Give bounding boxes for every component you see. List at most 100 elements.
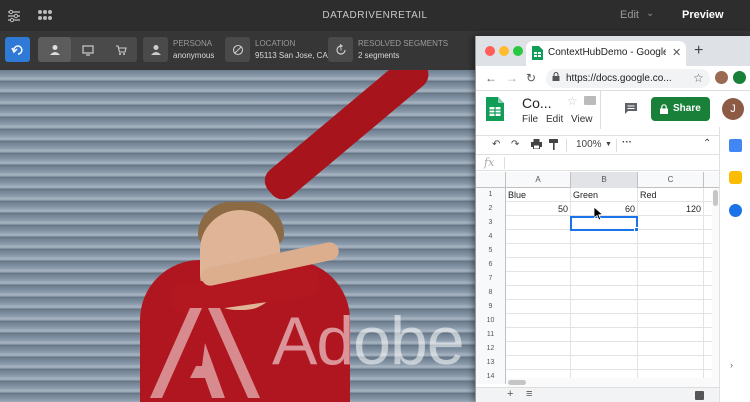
explore-icon[interactable]	[695, 391, 704, 400]
spreadsheet-grid[interactable]: A B C 1 Blue Green Red 2 50 60 120 3 4 5 6 7 8 9 10 11 12…	[476, 172, 719, 387]
table-cell[interactable]	[571, 286, 638, 300]
folder-icon[interactable]	[584, 96, 596, 105]
url-input[interactable]: https://docs.google.co... ☆	[546, 69, 710, 88]
user-icon[interactable]	[38, 37, 71, 62]
tab-contexthubdemo[interactable]: ContextHubDemo - Google Sheets ✕	[526, 41, 686, 66]
undo-icon[interactable]: ↶	[492, 139, 500, 150]
menu-file[interactable]: File	[522, 114, 538, 125]
row-header[interactable]: 10	[476, 314, 506, 328]
table-cell[interactable]: 120	[638, 202, 704, 216]
table-cell[interactable]	[638, 244, 704, 258]
table-cell[interactable]	[571, 258, 638, 272]
table-cell[interactable]	[638, 300, 704, 314]
horizontal-scroll-thumb[interactable]	[508, 380, 526, 385]
side-panel-toggle-icon[interactable]: ›	[730, 360, 733, 370]
table-cell[interactable]	[506, 314, 571, 328]
table-cell[interactable]	[571, 342, 638, 356]
avatar[interactable]: J	[722, 98, 744, 120]
zoom-select[interactable]: 100%	[576, 139, 602, 150]
select-all-corner[interactable]	[476, 172, 506, 188]
table-cell[interactable]	[506, 286, 571, 300]
maximize-window-icon[interactable]	[513, 46, 523, 56]
horizontal-scrollbar[interactable]	[506, 378, 712, 387]
table-cell[interactable]	[638, 258, 704, 272]
row-header[interactable]: 13	[476, 356, 506, 370]
table-cell[interactable]	[571, 356, 638, 370]
comment-icon[interactable]	[624, 102, 638, 115]
reload-icon[interactable]: ↻	[526, 71, 536, 85]
table-cell[interactable]	[638, 216, 704, 230]
table-cell[interactable]	[506, 258, 571, 272]
column-header-c[interactable]: C	[638, 172, 704, 188]
paint-format-icon[interactable]	[549, 139, 559, 153]
print-icon[interactable]	[531, 139, 542, 152]
table-cell[interactable]	[506, 342, 571, 356]
table-cell[interactable]	[506, 328, 571, 342]
table-cell[interactable]	[506, 230, 571, 244]
row-header[interactable]: 6	[476, 258, 506, 272]
table-cell[interactable]	[506, 216, 571, 230]
table-cell[interactable]	[571, 300, 638, 314]
table-cell[interactable]	[638, 314, 704, 328]
table-cell[interactable]	[638, 328, 704, 342]
new-tab-icon[interactable]: +	[694, 42, 703, 60]
back-arrow-icon[interactable]: ←	[485, 71, 497, 85]
row-header[interactable]: 12	[476, 342, 506, 356]
table-cell[interactable]	[638, 356, 704, 370]
share-button[interactable]: Share	[651, 97, 710, 121]
table-cell[interactable]	[506, 356, 571, 370]
vertical-scroll-thumb[interactable]	[713, 190, 718, 206]
table-cell[interactable]	[571, 230, 638, 244]
row-header[interactable]: 14	[476, 370, 506, 384]
table-cell[interactable]	[571, 244, 638, 258]
table-cell[interactable]	[638, 272, 704, 286]
close-window-icon[interactable]	[485, 46, 495, 56]
profile-avatar[interactable]	[715, 71, 728, 84]
table-cell[interactable]: Red	[638, 188, 704, 202]
row-header[interactable]: 2	[476, 202, 506, 216]
table-cell[interactable]	[638, 230, 704, 244]
cart-icon[interactable]	[104, 37, 137, 62]
table-cell[interactable]	[506, 300, 571, 314]
row-header[interactable]: 11	[476, 328, 506, 342]
calendar-icon[interactable]	[729, 139, 742, 152]
contexthub-toggle-button[interactable]	[5, 37, 30, 62]
plus-icon[interactable]: +	[507, 388, 513, 400]
bookmark-star-icon[interactable]: ☆	[693, 71, 704, 85]
table-cell[interactable]	[638, 342, 704, 356]
table-cell[interactable]	[571, 314, 638, 328]
table-cell[interactable]	[506, 244, 571, 258]
row-header[interactable]: 8	[476, 286, 506, 300]
vertical-scrollbar[interactable]	[712, 188, 719, 388]
fill-handle[interactable]	[634, 227, 639, 232]
edit-mode-button[interactable]: Edit	[620, 9, 639, 21]
table-cell[interactable]	[638, 286, 704, 300]
preview-button[interactable]: Preview	[682, 9, 724, 21]
document-title[interactable]: Co...	[522, 95, 552, 111]
chevron-down-icon[interactable]: ⌄	[646, 8, 654, 19]
keep-icon[interactable]	[729, 171, 742, 184]
star-icon[interactable]: ☆	[567, 94, 578, 108]
collapse-chevron-icon[interactable]: ⌃	[703, 138, 711, 149]
table-cell[interactable]	[506, 272, 571, 286]
row-header[interactable]: 9	[476, 300, 506, 314]
row-header[interactable]: 3	[476, 216, 506, 230]
extension-icon[interactable]	[733, 71, 746, 84]
menu-edit[interactable]: Edit	[546, 114, 563, 125]
desktop-icon[interactable]	[71, 37, 104, 62]
row-header[interactable]: 4	[476, 230, 506, 244]
table-cell[interactable]	[571, 272, 638, 286]
row-header[interactable]: 5	[476, 244, 506, 258]
selected-cell-b3[interactable]	[570, 216, 638, 231]
formula-bar[interactable]: fx	[476, 155, 719, 171]
table-cell[interactable]: 50	[506, 202, 571, 216]
redo-icon[interactable]: ↷	[511, 139, 519, 150]
menu-view[interactable]: View	[571, 114, 593, 125]
more-icon[interactable]: ···	[622, 137, 632, 148]
row-header[interactable]: 1	[476, 188, 506, 202]
row-header[interactable]: 7	[476, 272, 506, 286]
tasks-icon[interactable]	[729, 204, 742, 217]
zoom-dropdown-icon[interactable]: ▼	[605, 141, 612, 148]
table-cell[interactable]: 60	[571, 202, 638, 216]
minimize-window-icon[interactable]	[499, 46, 509, 56]
